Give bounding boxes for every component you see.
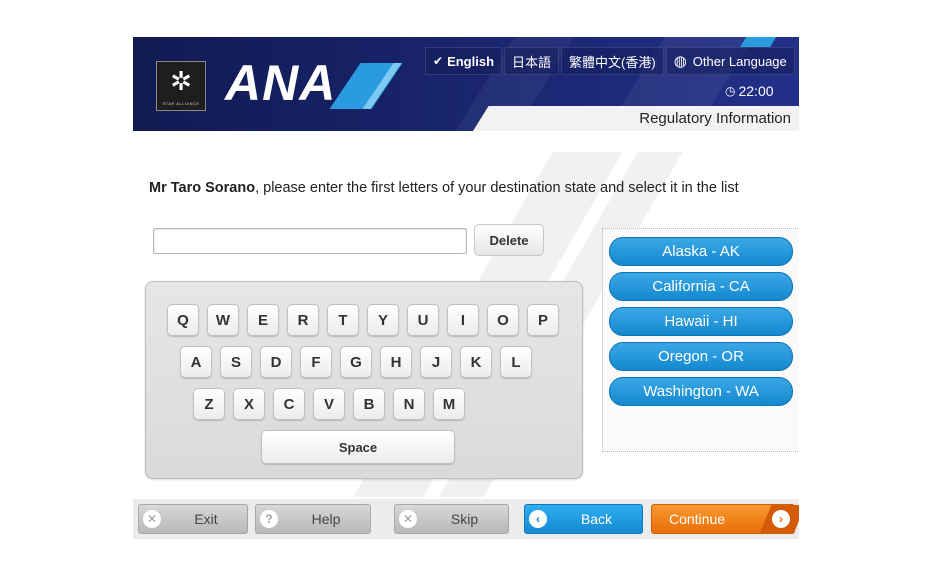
key-c[interactable]: C bbox=[273, 388, 305, 420]
key-space[interactable]: Space bbox=[261, 430, 455, 464]
key-z[interactable]: Z bbox=[193, 388, 225, 420]
star-alliance-logo: ✲ STAR ALLIANCE bbox=[156, 61, 206, 111]
key-m[interactable]: M bbox=[433, 388, 465, 420]
clock: ◷ 22:00 bbox=[725, 83, 774, 99]
state-option-california[interactable]: California - CA bbox=[609, 272, 793, 301]
key-n[interactable]: N bbox=[393, 388, 425, 420]
close-icon: ✕ bbox=[399, 510, 417, 528]
key-w[interactable]: W bbox=[207, 304, 239, 336]
key-y[interactable]: Y bbox=[367, 304, 399, 336]
key-h[interactable]: H bbox=[380, 346, 412, 378]
key-x[interactable]: X bbox=[233, 388, 265, 420]
key-t[interactable]: T bbox=[327, 304, 359, 336]
state-results-list: Alaska - AK California - CA Hawaii - HI … bbox=[602, 228, 799, 452]
help-icon: ? bbox=[260, 510, 278, 528]
delete-button[interactable]: Delete bbox=[474, 224, 544, 256]
key-v[interactable]: V bbox=[313, 388, 345, 420]
language-bar: ✔ English 日本語 繁體中文(香港) ◍ Other Language bbox=[425, 47, 797, 75]
globe-icon: ◍ bbox=[673, 53, 687, 70]
check-icon: ✔ bbox=[433, 54, 444, 68]
exit-button[interactable]: ✕ Exit bbox=[138, 504, 248, 534]
continue-button[interactable]: Continue › bbox=[651, 504, 799, 534]
clock-icon: ◷ bbox=[725, 84, 736, 98]
key-q[interactable]: Q bbox=[167, 304, 199, 336]
state-option-alaska[interactable]: Alaska - AK bbox=[609, 237, 793, 266]
close-icon: ✕ bbox=[143, 510, 161, 528]
key-a[interactable]: A bbox=[180, 346, 212, 378]
key-f[interactable]: F bbox=[300, 346, 332, 378]
star-icon: ✲ bbox=[170, 66, 192, 96]
lang-japanese[interactable]: 日本語 bbox=[504, 47, 560, 75]
skip-button[interactable]: ✕ Skip bbox=[394, 504, 509, 534]
footer-bar: ✕ Exit ? Help ✕ Skip ‹ Back Continue › bbox=[133, 499, 799, 539]
state-option-oregon[interactable]: Oregon - OR bbox=[609, 342, 793, 371]
state-option-hawaii[interactable]: Hawaii - HI bbox=[609, 307, 793, 336]
lang-other[interactable]: ◍ Other Language bbox=[665, 47, 795, 75]
key-k[interactable]: K bbox=[460, 346, 492, 378]
key-e[interactable]: E bbox=[247, 304, 279, 336]
key-b[interactable]: B bbox=[353, 388, 385, 420]
header: ✲ STAR ALLIANCE ANA ✔ English 日本語 繁體中文(香… bbox=[133, 37, 799, 131]
state-option-washington[interactable]: Washington - WA bbox=[609, 377, 793, 406]
lang-english[interactable]: ✔ English bbox=[425, 47, 503, 75]
ana-logo: ANA bbox=[225, 55, 337, 111]
kiosk-screen: ✲ STAR ALLIANCE ANA ✔ English 日本語 繁體中文(香… bbox=[133, 37, 799, 539]
help-button[interactable]: ? Help bbox=[255, 504, 371, 534]
key-r[interactable]: R bbox=[287, 304, 319, 336]
key-s[interactable]: S bbox=[220, 346, 252, 378]
instruction-text: Mr Taro Sorano, please enter the first l… bbox=[149, 180, 739, 196]
key-u[interactable]: U bbox=[407, 304, 439, 336]
on-screen-keyboard: Q W E R T Y U I O P A S D F G H J K L Z … bbox=[145, 281, 583, 479]
key-l[interactable]: L bbox=[500, 346, 532, 378]
key-j[interactable]: J bbox=[420, 346, 452, 378]
back-button[interactable]: ‹ Back bbox=[524, 504, 643, 534]
chevron-left-icon: ‹ bbox=[529, 510, 547, 528]
key-p[interactable]: P bbox=[527, 304, 559, 336]
key-g[interactable]: G bbox=[340, 346, 372, 378]
key-i[interactable]: I bbox=[447, 304, 479, 336]
page-title: Regulatory Information bbox=[639, 110, 791, 127]
lang-traditional-chinese[interactable]: 繁體中文(香港) bbox=[561, 47, 664, 75]
chevron-right-icon: › bbox=[772, 510, 790, 528]
key-o[interactable]: O bbox=[487, 304, 519, 336]
key-d[interactable]: D bbox=[260, 346, 292, 378]
state-search-input[interactable] bbox=[153, 228, 467, 254]
